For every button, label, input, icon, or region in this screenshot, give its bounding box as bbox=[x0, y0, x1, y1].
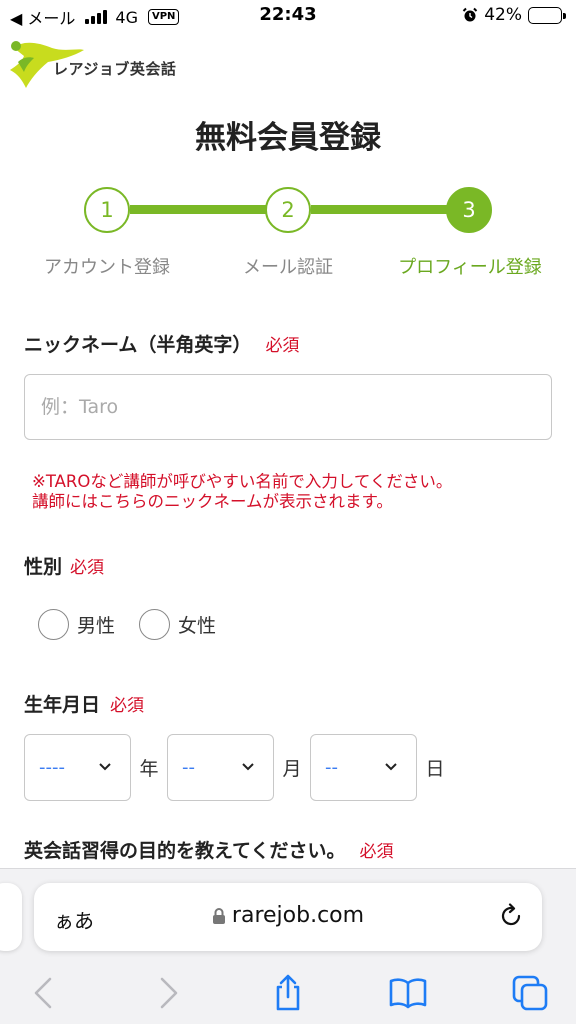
chevron-down-icon bbox=[99, 763, 111, 771]
rarejob-logo[interactable]: レアジョブ英会話 bbox=[8, 40, 188, 90]
share-icon[interactable] bbox=[268, 973, 308, 1013]
nickname-note: ※TAROなど講師が呼びやすい名前で入力してください。 講師にはこちらのニックネ… bbox=[32, 472, 552, 512]
month-unit: 月 bbox=[282, 758, 302, 780]
step-2-circle: 2 bbox=[265, 187, 311, 233]
battery-percent: 42% bbox=[484, 5, 522, 25]
step-connector-1 bbox=[130, 205, 267, 214]
birth-month-select[interactable]: -- bbox=[167, 734, 274, 801]
url-text: rarejob.com bbox=[231, 903, 365, 928]
birth-year-select[interactable]: ---- bbox=[24, 734, 131, 801]
battery-icon bbox=[528, 6, 566, 24]
tabs-icon[interactable] bbox=[510, 973, 550, 1013]
nickname-input[interactable] bbox=[24, 374, 552, 440]
reload-icon[interactable] bbox=[498, 903, 524, 929]
gender-option-male-label: 男性 bbox=[77, 615, 116, 637]
birth-month-value: -- bbox=[182, 757, 195, 778]
gender-option-female-label: 女性 bbox=[178, 615, 217, 637]
year-unit: 年 bbox=[139, 758, 159, 780]
purpose-label: 英会話習得の目的を教えてください。 必須 bbox=[24, 836, 393, 863]
radio-male[interactable] bbox=[38, 609, 69, 640]
birth-day-select[interactable]: -- bbox=[310, 734, 417, 801]
bookmarks-icon[interactable] bbox=[388, 973, 428, 1013]
address-bar[interactable]: ぁあ rarejob.com bbox=[34, 883, 542, 951]
step-3-circle: 3 bbox=[446, 187, 492, 233]
step-connector-2 bbox=[311, 205, 448, 214]
day-unit: 日 bbox=[425, 758, 445, 780]
safari-toolbar bbox=[0, 969, 576, 1015]
nickname-label: ニックネーム（半角英字） 必須 bbox=[24, 330, 299, 357]
gender-label: 性別 必須 bbox=[24, 552, 104, 579]
birth-day-value: -- bbox=[325, 757, 338, 778]
step-1-label: アカウント登録 bbox=[44, 257, 170, 278]
purpose-required-badge: 必須 bbox=[359, 842, 394, 862]
url-display[interactable]: rarejob.com bbox=[34, 903, 542, 928]
nickname-required-badge: 必須 bbox=[265, 336, 300, 356]
forward-arrow-icon[interactable] bbox=[148, 973, 188, 1013]
gender-option-female[interactable]: 女性 bbox=[139, 609, 216, 640]
nickname-note-line-2: 講師にはこちらのニックネームが表示されます。 bbox=[32, 492, 393, 511]
gender-required-badge: 必須 bbox=[70, 558, 105, 578]
chevron-down-icon bbox=[385, 763, 397, 771]
gender-radio-group: 男性 女性 bbox=[38, 609, 216, 640]
birthday-label: 生年月日 必須 bbox=[24, 690, 144, 717]
chevron-down-icon bbox=[242, 763, 254, 771]
logo-text: レアジョブ英会話 bbox=[53, 60, 177, 78]
radio-female[interactable] bbox=[139, 609, 171, 640]
purpose-label-text: 英会話習得の目的を教えてください。 bbox=[24, 840, 346, 862]
lock-icon bbox=[212, 908, 225, 924]
gender-label-text: 性別 bbox=[24, 556, 63, 578]
gender-option-male[interactable]: 男性 bbox=[38, 609, 115, 640]
birth-year-value: ---- bbox=[39, 757, 65, 778]
back-arrow-icon[interactable] bbox=[24, 973, 64, 1013]
birthday-select-row: ---- 年 -- 月 -- 日 bbox=[24, 734, 453, 801]
status-right: 42% bbox=[462, 5, 566, 25]
registration-stepper: 1 2 3 アカウント登録 メール認証 プロフィール登録 bbox=[0, 185, 576, 285]
alarm-icon bbox=[462, 7, 478, 22]
page-title: 無料会員登録 bbox=[195, 120, 381, 156]
birthday-required-badge: 必須 bbox=[110, 696, 145, 716]
step-3-label: プロフィール登録 bbox=[398, 257, 542, 278]
status-bar: ◀ メール 4G VPN 22:43 42% bbox=[0, 0, 576, 32]
step-2-label: メール認証 bbox=[243, 257, 333, 278]
previous-tab-preview[interactable] bbox=[0, 883, 22, 951]
safari-bottom-bar: ぁあ rarejob.com bbox=[0, 868, 576, 1024]
birthday-label-text: 生年月日 bbox=[24, 694, 101, 716]
nickname-note-line-1: ※TAROなど講師が呼びやすい名前で入力してください。 bbox=[32, 472, 453, 491]
step-1-circle: 1 bbox=[84, 187, 130, 233]
nickname-label-text: ニックネーム（半角英字） bbox=[24, 334, 252, 356]
